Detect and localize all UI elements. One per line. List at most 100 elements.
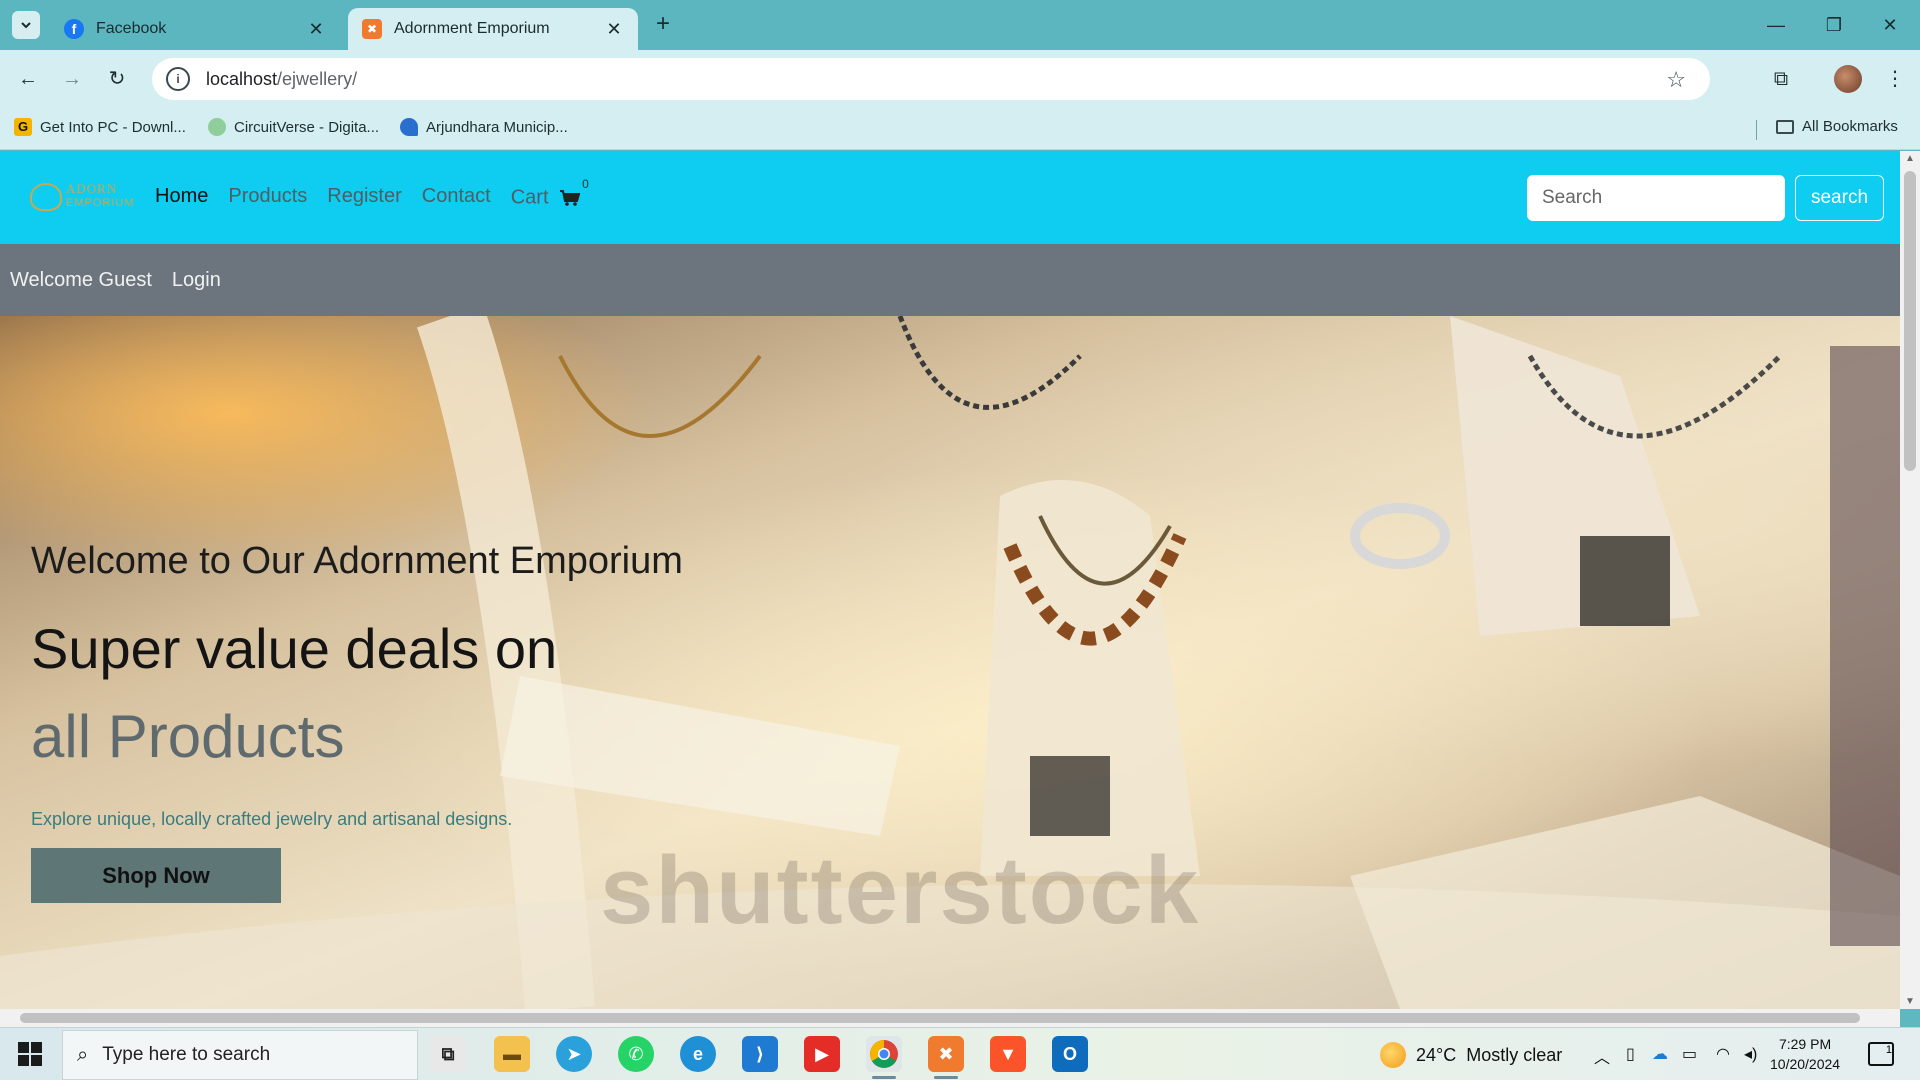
nav-home[interactable]: Home <box>155 185 208 210</box>
shop-now-button[interactable]: Shop Now <box>31 848 281 903</box>
facebook-icon: f <box>64 19 84 39</box>
folder-icon <box>1776 119 1794 134</box>
bookmark-star-icon[interactable]: ☆ <box>1666 67 1686 93</box>
horizontal-scrollbar[interactable] <box>0 1009 1900 1027</box>
chevron-down-icon <box>21 22 31 29</box>
taskbar-search-placeholder: Type here to search <box>102 1044 271 1065</box>
bookmark-get-into-pc[interactable]: G Get Into PC - Downl... <box>14 118 186 136</box>
logo-text-line2: EMPORIUM <box>66 197 135 209</box>
tab-list-button[interactable] <box>12 11 40 39</box>
vertical-scrollbar[interactable]: ▲ ▼ <box>1900 151 1920 1009</box>
close-window-icon[interactable]: ✕ <box>1870 10 1910 40</box>
login-link[interactable]: Login <box>172 269 221 292</box>
url-text: localhost/ejwellery/ <box>206 69 357 90</box>
file-explorer-icon[interactable]: ▬ <box>494 1036 530 1072</box>
youtube-icon[interactable]: ▶ <box>804 1036 840 1072</box>
guest-bar: Welcome Guest Login <box>0 244 1900 316</box>
browser-toolbar: ← → ↻ i localhost/ejwellery/ ☆ ⧉ ⋮ <box>0 50 1920 108</box>
nav-cart[interactable]: Cart 0 <box>511 177 589 210</box>
site-search-input[interactable] <box>1527 175 1785 221</box>
page-viewport: ADORN EMPORIUM Home Products Register Co… <box>0 151 1900 1009</box>
chrome-icon[interactable] <box>866 1036 902 1079</box>
close-tab-icon[interactable]: ✕ <box>604 19 624 40</box>
weather-widget[interactable]: 24°C Mostly clear <box>1380 1042 1562 1068</box>
tab-facebook[interactable]: f Facebook ✕ <box>50 8 340 50</box>
search-icon: ⌕ <box>77 1043 89 1066</box>
bookmark-circuitverse[interactable]: CircuitVerse - Digita... <box>208 118 379 136</box>
notification-count: 1 <box>1885 1044 1892 1056</box>
tab-adornment-emporium[interactable]: ✖ Adornment Emporium ✕ <box>348 8 638 50</box>
outlook-icon[interactable]: O <box>1052 1036 1088 1072</box>
horizontal-scroll-thumb[interactable] <box>20 1013 1860 1023</box>
circuitverse-icon <box>208 118 226 136</box>
scroll-down-icon[interactable]: ▼ <box>1904 996 1916 1007</box>
xampp-icon[interactable]: ✖ <box>928 1036 964 1079</box>
nav-products[interactable]: Products <box>228 185 307 210</box>
edge-icon[interactable]: e <box>680 1036 716 1072</box>
site-info-icon[interactable]: i <box>166 67 190 91</box>
welcome-guest-text: Welcome Guest <box>10 268 152 291</box>
vertical-scroll-thumb[interactable] <box>1904 171 1916 471</box>
tab-label: Adornment Emporium <box>394 20 550 37</box>
volume-icon[interactable]: ◂) <box>1744 1044 1757 1064</box>
windows-start-icon[interactable] <box>18 1042 42 1066</box>
device-icon[interactable]: ▯ <box>1626 1044 1635 1064</box>
brave-icon[interactable]: ▼ <box>990 1036 1026 1072</box>
whatsapp-icon[interactable]: ✆ <box>618 1036 654 1072</box>
site-navbar: ADORN EMPORIUM Home Products Register Co… <box>0 151 1900 244</box>
taskbar-search[interactable]: ⌕ Type here to search <box>62 1030 418 1080</box>
battery-icon[interactable]: ▭ <box>1682 1044 1697 1064</box>
windows-taskbar: ⌕ Type here to search ⧉ ▬ ➤ ✆ e ⟩ ▶ ✖ ▼ … <box>0 1027 1920 1080</box>
image-watermark: shutterstock <box>600 837 1201 944</box>
restore-icon[interactable]: ❐ <box>1814 10 1854 40</box>
hero-description: Explore unique, locally crafted jewelry … <box>31 809 513 829</box>
bookmarks-bar: G Get Into PC - Downl... CircuitVerse - … <box>0 108 1920 150</box>
address-bar[interactable]: i localhost/ejwellery/ ☆ <box>152 58 1710 100</box>
wifi-icon[interactable]: ◠ <box>1716 1044 1730 1064</box>
minimize-icon[interactable]: — <box>1756 10 1796 40</box>
site-search-button[interactable]: search <box>1795 175 1884 221</box>
profile-avatar[interactable] <box>1834 65 1862 93</box>
bookmark-label: CircuitVerse - Digita... <box>234 118 380 136</box>
clock-date: 10/20/2024 <box>1770 1056 1841 1072</box>
weather-text: Mostly clear <box>1466 1044 1563 1065</box>
chevron-up-icon[interactable]: ︿ <box>1594 1044 1610 1068</box>
taskbar-clock[interactable]: 7:29 PM 10/20/2024 <box>1770 1034 1840 1074</box>
tab-label: Facebook <box>96 20 167 37</box>
all-bookmarks[interactable]: All Bookmarks <box>1776 118 1898 135</box>
getintopc-icon: G <box>14 118 32 136</box>
bookmark-arjundhara[interactable]: Arjundhara Municip... <box>400 118 568 136</box>
all-bookmarks-label: All Bookmarks <box>1802 118 1898 135</box>
bookmark-label: Get Into PC - Downl... <box>40 118 186 136</box>
extensions-icon[interactable]: ⧉ <box>1766 64 1796 94</box>
weather-moon-icon <box>1380 1042 1406 1068</box>
hero-subtitle: Welcome to Our Adornment Emporium <box>31 540 683 582</box>
notification-icon[interactable]: 1 <box>1868 1042 1894 1066</box>
more-menu-icon[interactable]: ⋮ <box>1880 64 1910 94</box>
chrome-logo <box>870 1040 898 1068</box>
new-tab-icon[interactable]: + <box>650 12 676 38</box>
forward-icon[interactable]: → <box>58 65 86 93</box>
vscode-icon[interactable]: ⟩ <box>742 1036 778 1072</box>
clock-time: 7:29 PM <box>1778 1036 1832 1052</box>
hero-banner: shutterstock Welcome to Our Adornment Em… <box>0 316 1900 1009</box>
weather-temp: 24°C <box>1416 1044 1457 1065</box>
logo-text-line1: ADORN <box>66 181 118 196</box>
scroll-up-icon[interactable]: ▲ <box>1904 153 1916 164</box>
arjundhara-icon <box>400 118 418 136</box>
onedrive-icon[interactable]: ☁ <box>1652 1044 1668 1064</box>
nav-register[interactable]: Register <box>327 185 401 210</box>
hero-title-line2: all Products <box>31 703 345 770</box>
task-view-icon[interactable]: ⧉ <box>430 1036 466 1072</box>
bookmark-separator <box>1756 120 1757 140</box>
cart-icon <box>560 189 581 206</box>
bookmark-label: Arjundhara Municip... <box>426 118 568 136</box>
telegram-icon[interactable]: ➤ <box>556 1036 592 1072</box>
site-logo[interactable]: ADORN EMPORIUM <box>30 179 135 217</box>
back-icon[interactable]: ← <box>14 65 42 93</box>
nav-contact[interactable]: Contact <box>422 185 491 210</box>
reload-icon[interactable]: ↻ <box>103 65 131 93</box>
browser-tab-bar: f Facebook ✕ ✖ Adornment Emporium ✕ + — … <box>0 0 1920 50</box>
site-menu: Home Products Register Contact Cart 0 <box>155 177 589 210</box>
close-tab-icon[interactable]: ✕ <box>306 19 326 40</box>
